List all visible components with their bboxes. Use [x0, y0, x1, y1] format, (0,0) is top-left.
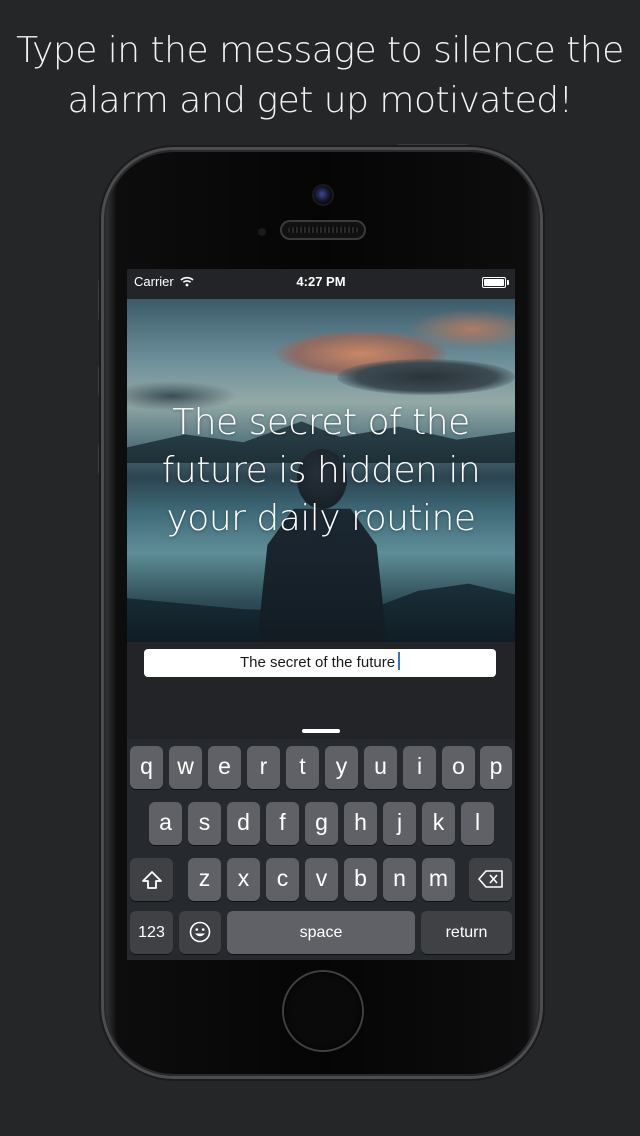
- shift-key[interactable]: [130, 858, 173, 901]
- key-t[interactable]: t: [286, 746, 319, 789]
- keyboard: q w e r t y u i o p a s d f g h j k l z …: [127, 739, 515, 960]
- key-q[interactable]: q: [130, 746, 163, 789]
- key-r[interactable]: r: [247, 746, 280, 789]
- key-g[interactable]: g: [305, 802, 338, 845]
- key-z[interactable]: z: [188, 858, 221, 901]
- key-h[interactable]: h: [344, 802, 377, 845]
- space-key[interactable]: space: [227, 911, 415, 954]
- proximity-sensor: [258, 228, 266, 236]
- key-l[interactable]: l: [461, 802, 494, 845]
- delete-icon: [477, 870, 503, 888]
- quote-line-2: future is hidden in: [161, 450, 481, 491]
- headline-line-2: alarm and get up motivated!: [67, 80, 573, 121]
- key-p[interactable]: p: [480, 746, 512, 789]
- keyboard-row-4: 123 space return: [127, 911, 515, 955]
- key-y[interactable]: y: [325, 746, 358, 789]
- key-o[interactable]: o: [442, 746, 475, 789]
- message-input[interactable]: The secret of the future: [144, 649, 496, 677]
- quote-text: The secret of the future is hidden in yo…: [127, 399, 515, 543]
- keyboard-row-1: q w e r t y u i o p: [127, 746, 515, 790]
- headline: Type in the message to silence the alarm…: [0, 26, 640, 126]
- battery-icon: [482, 277, 509, 288]
- quote-line-3: your daily routine: [166, 498, 477, 539]
- key-a[interactable]: a: [149, 802, 182, 845]
- emoji-key[interactable]: [179, 911, 221, 954]
- emoji-icon: [189, 921, 211, 943]
- phone-screen: Carrier 4:27 PM The secret of the future…: [127, 269, 515, 960]
- key-i[interactable]: i: [403, 746, 436, 789]
- key-x[interactable]: x: [227, 858, 260, 901]
- numbers-key[interactable]: 123: [130, 911, 173, 954]
- key-n[interactable]: n: [383, 858, 416, 901]
- key-v[interactable]: v: [305, 858, 338, 901]
- key-m[interactable]: m: [422, 858, 455, 901]
- key-j[interactable]: j: [383, 802, 416, 845]
- keyboard-row-3: z x c v b n m: [127, 858, 515, 902]
- home-button[interactable]: [284, 972, 362, 1050]
- status-time: 4:27 PM: [296, 274, 346, 289]
- motivation-photo: The secret of the future is hidden in yo…: [127, 299, 515, 642]
- key-e[interactable]: e: [208, 746, 241, 789]
- keyboard-row-2: a s d f g h j k l: [127, 802, 515, 846]
- quote-line-1: The secret of the: [172, 402, 470, 443]
- earpiece-speaker: [282, 222, 364, 238]
- front-camera: [314, 186, 332, 204]
- key-k[interactable]: k: [422, 802, 455, 845]
- key-d[interactable]: d: [227, 802, 260, 845]
- delete-key[interactable]: [469, 858, 512, 901]
- key-w[interactable]: w: [169, 746, 202, 789]
- key-f[interactable]: f: [266, 802, 299, 845]
- key-c[interactable]: c: [266, 858, 299, 901]
- message-input-value: The secret of the future: [239, 654, 396, 671]
- key-b[interactable]: b: [344, 858, 377, 901]
- key-u[interactable]: u: [364, 746, 397, 789]
- keyboard-handle[interactable]: [302, 729, 340, 733]
- key-s[interactable]: s: [188, 802, 221, 845]
- status-bar: Carrier 4:27 PM: [127, 269, 515, 299]
- shift-icon: [141, 871, 162, 889]
- return-key[interactable]: return: [421, 911, 512, 954]
- headline-line-1: Type in the message to silence the: [16, 30, 624, 71]
- text-caret: [398, 652, 401, 670]
